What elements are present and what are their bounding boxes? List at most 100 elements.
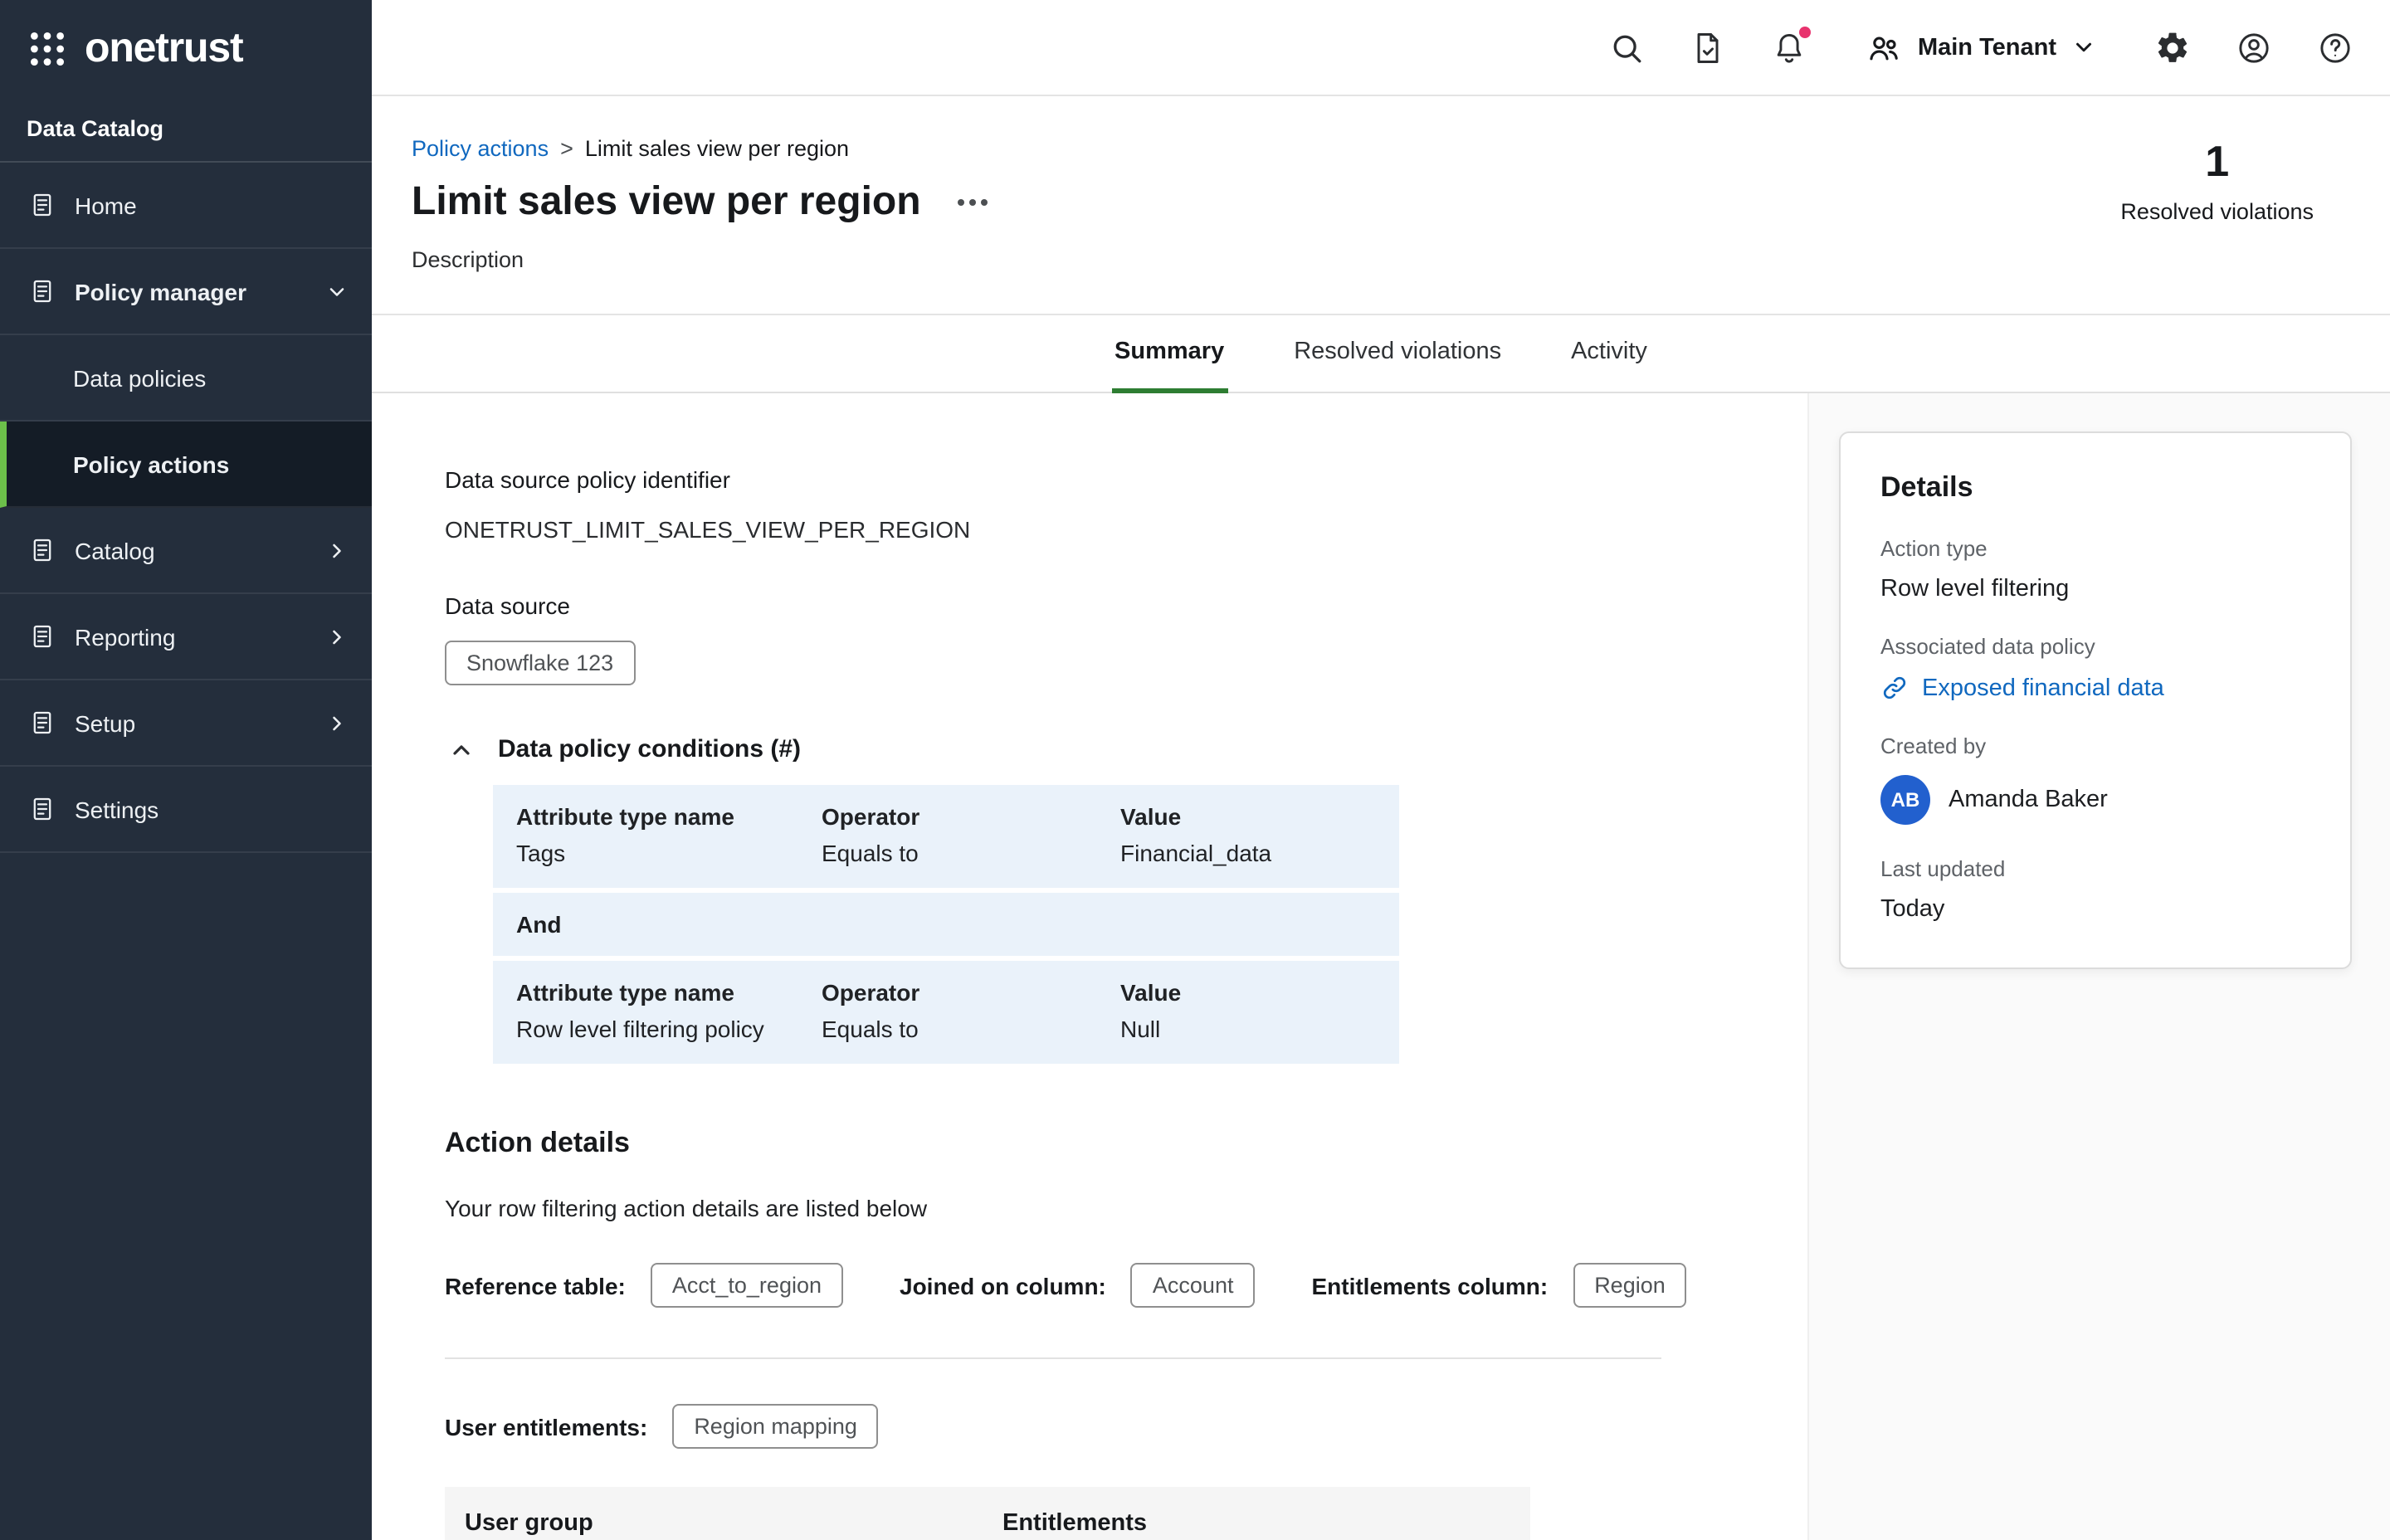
summary-column: Data source policy identifier ONETRUST_L… [445,393,1661,1540]
document-check-icon[interactable] [1690,29,1727,66]
chevron-down-icon [2071,35,2096,60]
sidebar-item-data-policies[interactable]: Data policies [0,335,372,422]
reference-table-chip: Acct_to_region [651,1263,843,1308]
breadcrumb-current: Limit sales view per region [585,136,849,161]
chevron-right-icon [325,711,349,734]
sidebar: onetrust Data Catalog Home Policy manage… [0,0,372,1540]
app-grid-icon[interactable] [27,27,68,69]
document-icon [28,795,56,823]
user-group-column-header: User group [465,1510,1002,1537]
breadcrumb-parent-link[interactable]: Policy actions [412,136,549,161]
breadcrumb: Policy actions > Limit sales view per re… [412,136,2350,161]
joined-on-column-chip: Account [1131,1263,1256,1308]
sidebar-item-label: Catalog [75,537,155,563]
joined-on-column-label: Joined on column: [900,1272,1106,1299]
chevron-right-icon [325,539,349,562]
created-by-row: AB Amanda Baker [1880,775,2310,825]
link-icon [1880,674,1909,702]
avatar: AB [1880,775,1930,825]
condition-row: Attribute type name Operator Value Row l… [493,961,1399,1064]
account-icon[interactable] [2236,29,2272,66]
sidebar-item-reporting[interactable]: Reporting [0,594,372,680]
user-entitlements-row: User entitlements: Region mapping [445,1404,1661,1449]
details-panel-title: Details [1880,471,2310,504]
details-panel: Details Action type Row level filtering … [1839,431,2352,969]
action-type-label: Action type [1880,536,2310,561]
condition-col-operator: Operator [822,803,1120,830]
condition-col-value: Value [1120,979,1376,1006]
sidebar-item-policy-manager[interactable]: Policy manager [0,249,372,335]
tab-resolved-violations[interactable]: Resolved violations [1290,315,1505,393]
document-icon [28,277,56,305]
data-source-label: Data source [445,592,1661,619]
more-options-icon[interactable] [954,189,991,216]
condition-value: Null [1120,1016,1376,1042]
sidebar-item-label: Setup [75,709,135,736]
entitlements-column-label: Entitlements column: [1311,1272,1548,1299]
tenant-switcher[interactable]: Main Tenant [1866,29,2096,66]
condition-connector: And [493,893,1399,956]
sidebar-item-label: Reporting [75,623,175,650]
document-icon [28,622,56,651]
sidebar-item-setup[interactable]: Setup [0,680,372,767]
condition-row: Attribute type name Operator Value Tags … [493,785,1399,888]
associated-policy-link[interactable]: Exposed financial data [1880,674,2310,702]
associated-policy-label: Associated data policy [1880,634,2310,659]
tabs-bar: Summary Resolved violations Activity [372,315,2390,393]
condition-operator: Equals to [822,840,1120,866]
sidebar-nav: Home Policy manager Data policies Policy… [0,163,372,853]
brand-wordmark: onetrust [85,27,242,69]
page-title: Limit sales view per region [412,179,921,225]
condition-col-attribute: Attribute type name [516,803,822,830]
conditions-section-toggle[interactable]: Data policy conditions (#) [448,735,1661,763]
condition-col-attribute: Attribute type name [516,979,822,1006]
chevron-up-icon [448,736,475,763]
document-icon [28,709,56,737]
condition-attribute: Tags [516,840,822,866]
tab-summary[interactable]: Summary [1111,315,1227,393]
sidebar-item-label: Policy actions [73,451,229,477]
condition-col-operator: Operator [822,979,1120,1006]
chevron-down-icon [325,280,349,303]
document-icon [28,536,56,564]
policy-identifier-value: ONETRUST_LIMIT_SALES_VIEW_PER_REGION [445,516,1661,543]
resolved-violations-stat: 1 Resolved violations [2120,136,2314,224]
sidebar-item-policy-actions[interactable]: Policy actions [0,422,372,508]
document-icon [28,191,56,219]
topbar: Main Tenant [372,0,2390,96]
sidebar-item-home[interactable]: Home [0,163,372,249]
search-icon[interactable] [1609,29,1646,66]
tenant-label: Main Tenant [1918,34,2056,61]
chevron-right-icon [325,625,349,648]
action-details-subtitle: Your row filtering action details are li… [445,1195,1661,1221]
sidebar-item-label: Data policies [73,364,206,391]
sidebar-item-label: Home [75,192,137,218]
gear-icon[interactable] [2154,29,2191,66]
brand-logo[interactable]: onetrust [0,0,372,96]
entitlements-column-header: Entitlements [1002,1510,1530,1537]
app-window: onetrust Data Catalog Home Policy manage… [0,0,2390,1540]
description-label: Description [412,246,2350,271]
conditions-section-title: Data policy conditions (#) [498,735,801,763]
condition-operator: Equals to [822,1016,1120,1042]
sidebar-item-settings[interactable]: Settings [0,767,372,853]
breadcrumb-separator: > [560,136,573,161]
action-details-fields: Reference table: Acct_to_region Joined o… [445,1263,1661,1308]
entitlements-column-chip: Region [1573,1263,1687,1308]
page-header: Policy actions > Limit sales view per re… [372,96,2390,315]
main-content: Policy actions > Limit sales view per re… [372,96,2390,1540]
help-icon[interactable] [2317,29,2353,66]
last-updated-label: Last updated [1880,856,2310,881]
created-by-label: Created by [1880,733,2310,758]
notification-dot [1800,26,1812,37]
summary-tab-content: Data source policy identifier ONETRUST_L… [372,393,2390,1540]
user-entitlements-chip: Region mapping [672,1404,879,1449]
sidebar-item-catalog[interactable]: Catalog [0,508,372,594]
last-updated-value: Today [1880,896,2310,923]
tab-activity[interactable]: Activity [1568,315,1651,393]
action-type-value: Row level filtering [1880,576,2310,602]
reference-table-label: Reference table: [445,1272,626,1299]
condition-value: Financial_data [1120,840,1376,866]
notification-bell-icon[interactable] [1772,29,1808,66]
divider [445,1357,1661,1359]
